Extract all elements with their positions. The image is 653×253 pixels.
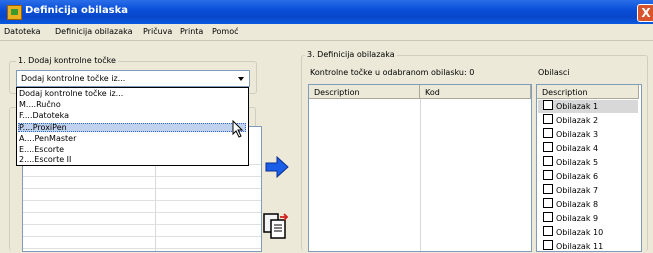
add-points-legend: 1. Dodaj kontrolne točke: [16, 56, 118, 65]
points-grid[interactable]: Description Kod: [308, 84, 532, 252]
tour-definition-legend: 3. Definicija obilazaka: [305, 50, 397, 59]
arrow-right-icon[interactable]: [260, 150, 294, 184]
obilazak-item[interactable]: Obilazak 2: [543, 114, 598, 127]
combo-value: Dodaj kontrolne točke iz...: [21, 74, 126, 83]
checkbox-icon: [543, 100, 553, 110]
chevron-down-icon[interactable]: [235, 72, 248, 85]
checkbox-icon: [543, 170, 553, 180]
obilazak-item[interactable]: Obilazak 8: [543, 198, 598, 211]
menu-bar: Datoteka Definicija obilazaka Pričuva Pr…: [0, 24, 653, 41]
obilasci-header[interactable]: Description: [537, 85, 639, 99]
checkbox-icon: [543, 240, 553, 250]
add-points-combo[interactable]: Dodaj kontrolne točke iz...: [16, 70, 250, 87]
dropdown-option[interactable]: Dodaj kontrolne točke iz...: [19, 89, 123, 98]
checkbox-icon: [543, 212, 553, 222]
paste-icon[interactable]: [260, 208, 294, 242]
dropdown-option[interactable]: M....Ručno: [19, 100, 61, 109]
obilazak-item[interactable]: Obilazak 10: [543, 226, 603, 239]
column-header-kod[interactable]: Kod: [420, 85, 531, 99]
checkbox-icon: [543, 114, 553, 124]
obilazak-item[interactable]: Obilazak 3: [543, 128, 598, 141]
obilazak-item[interactable]: Obilazak 9: [543, 212, 598, 225]
dropdown-option[interactable]: A....PenMaster: [19, 134, 76, 143]
menu-pricuva[interactable]: Pričuva: [143, 27, 172, 36]
mouse-cursor-icon: [232, 120, 244, 138]
obilazak-item[interactable]: Obilazak 1: [543, 100, 598, 113]
checkbox-icon: [543, 156, 553, 166]
app-icon: [7, 5, 22, 20]
obilazak-item[interactable]: Obilazak 4: [543, 142, 598, 155]
menu-printa[interactable]: Printa: [180, 27, 203, 36]
dropdown-option[interactable]: 2....Escorte II: [19, 155, 71, 164]
title-bar: Definicija obilaska X: [0, 0, 653, 24]
menu-pomoc[interactable]: Pomoć: [212, 27, 239, 36]
menu-datoteka[interactable]: Datoteka: [4, 27, 41, 36]
checkbox-icon: [543, 184, 553, 194]
add-points-dropdown: Dodaj kontrolne točke iz... M....Ručno F…: [16, 87, 249, 166]
close-button[interactable]: X: [637, 4, 653, 22]
obilazak-item[interactable]: Obilazak 7: [543, 184, 598, 197]
obilasci-label: Obilasci: [538, 68, 570, 77]
dropdown-option[interactable]: F....Datoteka: [19, 111, 69, 120]
checkbox-icon: [543, 142, 553, 152]
obilazak-item[interactable]: Obilazak 11: [543, 240, 603, 253]
obilazak-item[interactable]: Obilazak 5: [543, 156, 598, 169]
dropdown-option[interactable]: E....Escorte: [19, 145, 64, 154]
obilazak-item[interactable]: Obilazak 6: [543, 170, 598, 183]
checkbox-icon: [543, 226, 553, 236]
window-title: Definicija obilaska: [25, 5, 129, 16]
checkbox-icon: [543, 198, 553, 208]
checkbox-icon: [543, 128, 553, 138]
points-count-label: Kontrolne točke u odabranom obilasku: 0: [310, 68, 475, 77]
obilasci-list[interactable]: Description Obilazak 1 Obilazak 2 Obilaz…: [536, 84, 642, 252]
dropdown-option-selected[interactable]: P....ProxiPen: [19, 123, 67, 132]
menu-definicija-obilazaka[interactable]: Definicija obilazaka: [55, 27, 133, 36]
column-header-description[interactable]: Description: [309, 85, 420, 99]
